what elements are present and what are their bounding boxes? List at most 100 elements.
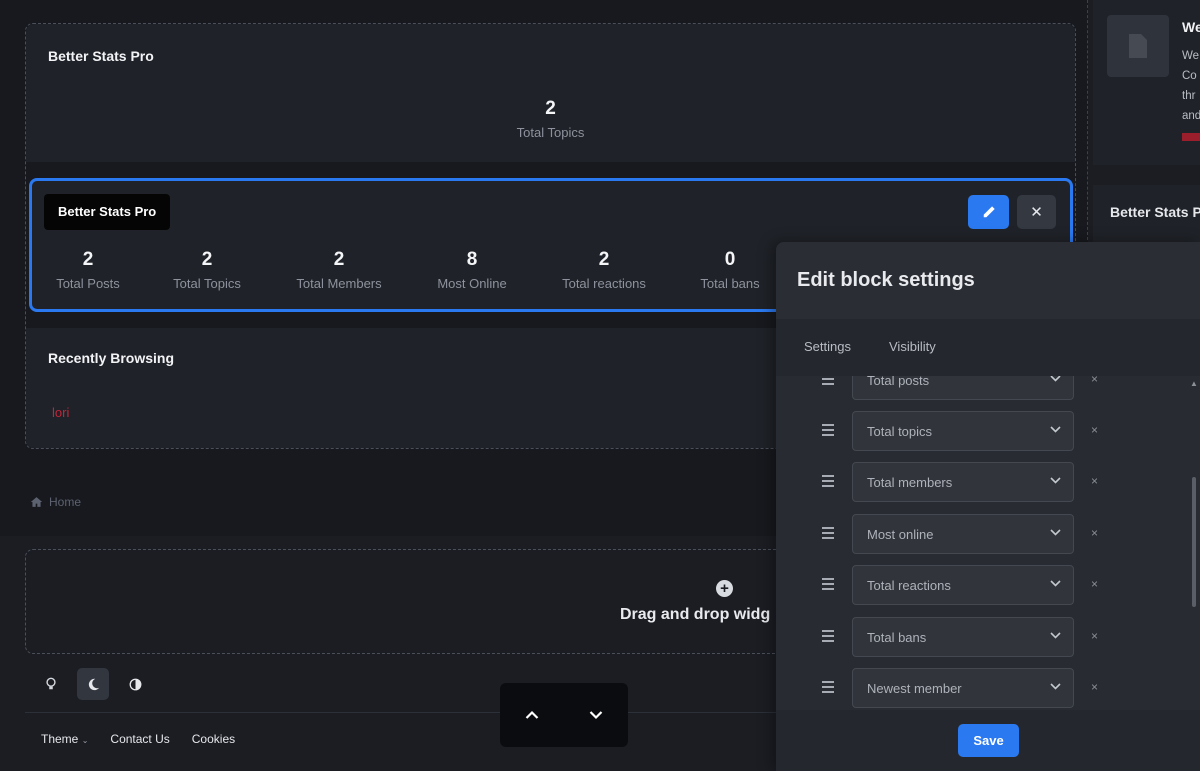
add-icon: + [716,580,733,597]
moon-icon [88,678,99,690]
remove-block-button[interactable]: ✕ [1017,195,1056,229]
drag-handle-icon[interactable] [822,681,834,693]
stat-item: 0 Total bans [700,249,759,291]
scroll-nav [500,683,628,747]
stat-item: 2 Total reactions [562,249,646,291]
scrollbar-thumb[interactable] [1192,477,1196,607]
drag-handle-icon[interactable] [822,424,834,436]
edit-block-settings-modal: Edit block settings Settings Visibility … [776,242,1200,771]
stat-select[interactable]: Total reactions [852,565,1074,605]
footer-link-cookies[interactable]: Cookies [192,732,235,746]
field-row: Total posts × [776,376,1200,402]
stat-label: Total Topics [173,276,241,291]
stats-block-summary: Better Stats Pro 2 Total Topics [26,24,1075,162]
drag-handle-icon[interactable] [822,527,834,539]
stat-select[interactable]: Newest member [852,668,1074,708]
modal-title: Edit block settings [797,269,975,291]
stat-label: Total bans [700,276,760,291]
field-row: Most online × [776,514,1200,556]
block-title: Recently Browsing [48,350,175,366]
sidebar-zone-border [1087,0,1088,240]
chevron-down-icon [1050,580,1061,587]
light-mode-button[interactable] [35,668,67,700]
drag-handle-icon[interactable] [822,578,834,590]
footer-link-contact[interactable]: Contact Us [110,732,169,746]
auto-mode-button[interactable] [119,668,151,700]
remove-row-button[interactable]: × [1091,680,1098,694]
stat-select[interactable]: Most online [852,514,1074,554]
stat-value: 8 [466,249,478,270]
dark-mode-button[interactable] [77,668,109,700]
stat-select[interactable]: Total members [852,462,1074,502]
stat-field-list: Total posts × Total topics × Total membe… [776,376,1200,710]
file-icon [1129,34,1147,58]
stat-label: Total reactions [562,276,646,291]
browsing-user-link[interactable]: lori [52,405,69,420]
modal-header: Edit block settings [776,242,1200,319]
drag-handle-icon[interactable] [822,376,834,385]
stat-value: 2 [82,249,94,270]
remove-row-button[interactable]: × [1091,577,1098,591]
chevron-down-icon[interactable] [589,710,603,720]
chevron-down-icon [1050,683,1061,690]
remove-row-button[interactable]: × [1091,629,1098,643]
stat-select[interactable]: Total bans [852,617,1074,657]
chevron-up-icon[interactable] [525,710,539,720]
remove-row-button[interactable]: × [1091,423,1098,437]
stat-label: Most Online [437,276,507,291]
chevron-down-icon [1050,632,1061,639]
chevron-down-icon [1050,376,1061,382]
pencil-icon [983,206,995,218]
modal-tabs: Settings Visibility [776,319,1200,376]
tab-visibility[interactable]: Visibility [889,339,936,354]
breadcrumb[interactable]: Home [30,495,81,509]
stat-label: Total Members [296,276,382,291]
stat-value: 2 [598,249,610,270]
scroll-up-icon[interactable]: ▲ [1190,379,1198,388]
lightbulb-icon [46,677,56,690]
chevron-down-icon: ⌄ [81,736,89,745]
sidebar-stats-block: Better Stats Pr [1093,185,1200,245]
close-icon: ✕ [1030,204,1043,221]
sidebar-card: We We Co thr and [1093,0,1200,165]
stat-label: Total Topics [516,125,585,140]
block-title-badge: Better Stats Pro [44,194,171,230]
block-title: Better Stats Pro [48,48,154,64]
stat-value: 2 [333,249,345,270]
chevron-down-icon [1050,477,1061,484]
remove-row-button[interactable]: × [1091,376,1098,386]
sidebar-card-link[interactable] [1182,133,1200,141]
breadcrumb-home[interactable]: Home [49,495,81,509]
remove-row-button[interactable]: × [1091,526,1098,540]
stat-item: 2 Total Posts [56,249,120,291]
drag-handle-icon[interactable] [822,630,834,642]
stat-value: 0 [724,249,736,270]
modal-scrollbar[interactable]: ▲ [1190,377,1198,710]
field-row: Total members × [776,462,1200,504]
contrast-icon [129,678,141,690]
field-row: Total topics × [776,411,1200,453]
stat-value: 2 [201,249,213,270]
home-icon [30,497,43,507]
save-button[interactable]: Save [958,724,1019,757]
footer-link-theme[interactable]: Theme ⌄ [41,732,88,746]
tab-settings[interactable]: Settings [804,339,851,354]
modal-footer: Save [776,710,1200,771]
stat-select[interactable]: Total topics [852,411,1074,451]
theme-switcher [35,668,151,700]
sidebar-card-text: We Co thr and [1182,50,1200,122]
block-title: Better Stats Pr [1110,204,1200,220]
stat-select[interactable]: Total posts [852,376,1074,400]
stat-item: 2 Total Members [296,249,381,291]
field-row: Total reactions × [776,565,1200,607]
edit-block-button[interactable] [968,195,1009,229]
drop-zone-label: Drag and drop widg [620,606,771,623]
remove-row-button[interactable]: × [1091,474,1098,488]
stats-row: 2 Total Posts 2 Total Topics 2 Total Mem… [32,249,792,299]
stat-value: 2 [545,98,556,119]
field-row: Newest member × [776,668,1200,710]
chevron-down-icon [1050,426,1061,433]
drag-handle-icon[interactable] [822,475,834,487]
widget-drop-zone[interactable]: + Drag and drop widg [25,549,785,654]
stat-label: Total Posts [56,276,120,291]
